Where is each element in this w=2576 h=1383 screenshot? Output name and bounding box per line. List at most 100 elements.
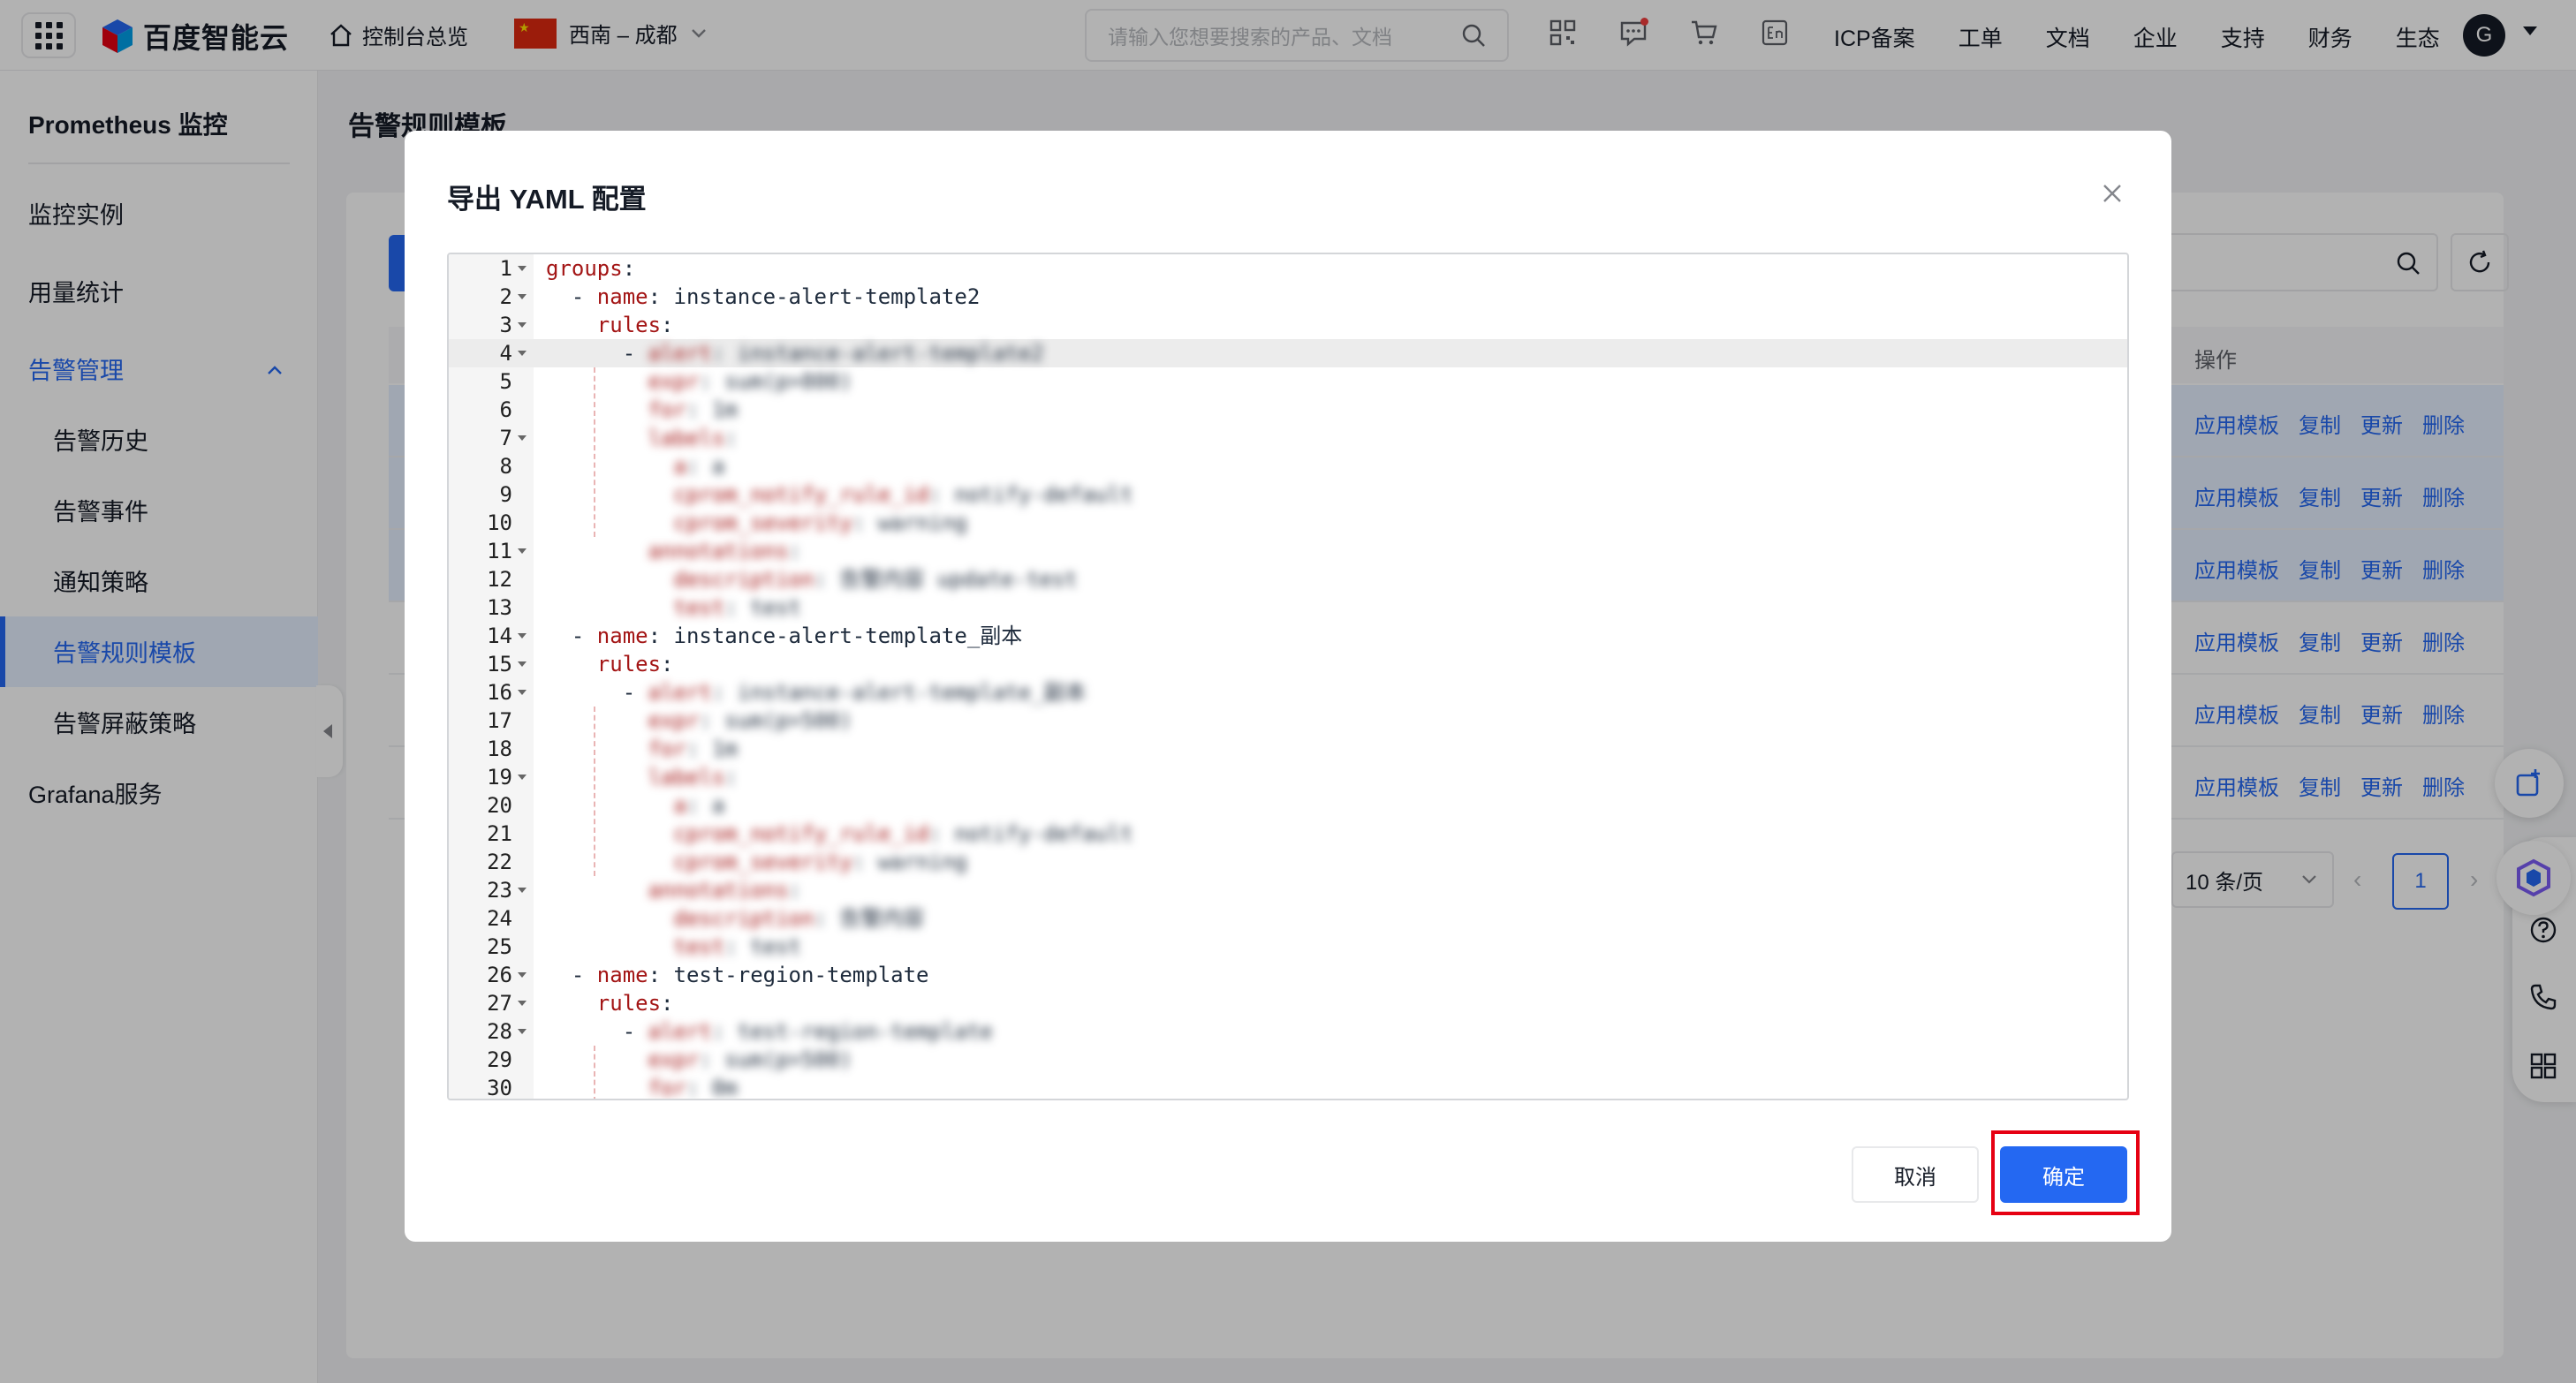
code-line: 29 expr: sum(p>500) (449, 1046, 2127, 1074)
fold-caret-icon[interactable] (518, 1001, 527, 1006)
line-number: 7 (499, 426, 512, 450)
yaml-value: sum(p>800) (724, 369, 852, 394)
code-line: 3 rules: (449, 311, 2127, 339)
yaml-value: instance-alert-template_副本 (737, 680, 1087, 705)
fold-caret-icon[interactable] (518, 294, 527, 299)
line-number: 24 (487, 906, 512, 931)
code-line: 2 - name: instance-alert-template2 (449, 283, 2127, 311)
code-line: 8 a: a (449, 452, 2127, 480)
redacted-content: test: test (674, 595, 802, 620)
fold-caret-icon[interactable] (518, 661, 527, 667)
yaml-key: rules (596, 313, 662, 337)
code-content: - alert: test-region-template (546, 1017, 993, 1046)
code-indent: - (546, 1019, 648, 1044)
code-indent: - (546, 623, 597, 648)
yaml-separator: : (648, 284, 674, 309)
redacted-content: for: 0m (648, 1076, 738, 1099)
redacted-content: alert: instance-alert-template_副本 (648, 680, 1087, 705)
code-line: 9 cprom_notify_rule_id: notify-default (449, 480, 2127, 509)
yaml-value: sum(p>500) (724, 1047, 852, 1072)
code-content: a: a (546, 791, 725, 820)
code-content: rules: (546, 989, 674, 1017)
yaml-value: warning (877, 850, 967, 874)
line-number: 25 (487, 934, 512, 959)
code-line: 19 labels: (449, 763, 2127, 791)
code-line: 21 cprom_notify_rule_id: notify-default (449, 820, 2127, 848)
yaml-value: a (711, 454, 725, 479)
code-content: - name: instance-alert-template_副本 (546, 622, 1022, 650)
redacted-content: expr: sum(p>500) (648, 1047, 852, 1072)
line-number: 6 (499, 397, 512, 422)
code-line: 23 annotations: (449, 876, 2127, 904)
code-content: for: 0m (546, 1074, 738, 1099)
redacted-content: labels: (648, 765, 738, 790)
code-content: expr: sum(p>800) (546, 367, 852, 396)
redacted-content: annotations: (648, 539, 801, 563)
yaml-key: a (673, 793, 686, 818)
yaml-separator: : (724, 426, 738, 450)
code-line: 22 cprom_severity: warning (449, 848, 2127, 876)
redacted-content: for: 1m (648, 737, 738, 761)
code-line: 10 cprom_severity: warning (449, 509, 2127, 537)
redacted-content: a: a (674, 793, 725, 818)
yaml-key: annotations (648, 539, 789, 563)
yaml-value: warning (877, 510, 967, 535)
fold-caret-icon[interactable] (518, 633, 527, 639)
close-icon[interactable] (2099, 180, 2125, 207)
code-line: 4 - alert: instance-alert-template2 (449, 339, 2127, 367)
yaml-key: test (673, 595, 725, 620)
cancel-button[interactable]: 取消 (1852, 1146, 1979, 1203)
yaml-separator: : (852, 510, 878, 535)
fold-caret-icon[interactable] (518, 888, 527, 893)
redacted-content: cprom_notify_rule_id: notify-default (674, 482, 1133, 507)
yaml-separator: : (814, 906, 840, 931)
redacted-content: cprom_severity: warning (674, 850, 967, 874)
fold-caret-icon[interactable] (518, 435, 527, 441)
code-line: 11 annotations: (449, 537, 2127, 565)
yaml-key: description (673, 906, 814, 931)
yaml-key: labels (648, 426, 725, 450)
fold-caret-icon[interactable] (518, 548, 527, 554)
yaml-key: annotations (648, 878, 789, 903)
redacted-content: labels: (648, 426, 738, 450)
code-content: rules: (546, 650, 674, 678)
yaml-key: for (648, 397, 686, 422)
yaml-separator: : (724, 595, 751, 620)
redacted-content: description: 告警内容 update-test (674, 567, 1078, 592)
yaml-value: instance-alert-template2 (673, 284, 981, 309)
code-line: 27 rules: (449, 989, 2127, 1017)
yaml-key: alert (648, 341, 712, 366)
yaml-key: rules (596, 991, 662, 1016)
code-text: name: instance-alert-template2 (597, 284, 980, 309)
yaml-value: instance-alert-template2 (737, 341, 1044, 366)
code-line: 20 a: a (449, 791, 2127, 820)
redacted-content: cprom_severity: warning (674, 510, 967, 535)
yaml-code-editor[interactable]: 1 groups: 2 - name: instance-alert-templat… (447, 253, 2129, 1100)
code-line: 16 - alert: instance-alert-template_副本 (449, 678, 2127, 707)
fold-caret-icon[interactable] (518, 351, 527, 356)
yaml-key: test (673, 934, 725, 959)
fold-caret-icon[interactable] (518, 1029, 527, 1034)
yaml-key: for (648, 737, 686, 761)
redacted-content: test: test (674, 934, 802, 959)
code-indent: - (546, 963, 597, 987)
yaml-separator: : (661, 652, 674, 676)
fold-caret-icon[interactable] (518, 266, 527, 271)
yaml-separator: : (724, 934, 751, 959)
code-line: 24 description: 告警内容 (449, 904, 2127, 933)
code-content: for: 1m (546, 396, 738, 424)
fold-caret-icon[interactable] (518, 775, 527, 780)
fold-caret-icon[interactable] (518, 690, 527, 695)
code-line: 17 expr: sum(p>500) (449, 707, 2127, 735)
line-number: 1 (499, 256, 512, 281)
yaml-separator: : (711, 1019, 738, 1044)
fold-caret-icon[interactable] (518, 972, 527, 978)
line-number: 23 (487, 878, 512, 903)
yaml-value: test (750, 934, 801, 959)
redacted-content: cprom_notify_rule_id: notify-default (674, 821, 1133, 846)
fold-caret-icon[interactable] (518, 322, 527, 328)
